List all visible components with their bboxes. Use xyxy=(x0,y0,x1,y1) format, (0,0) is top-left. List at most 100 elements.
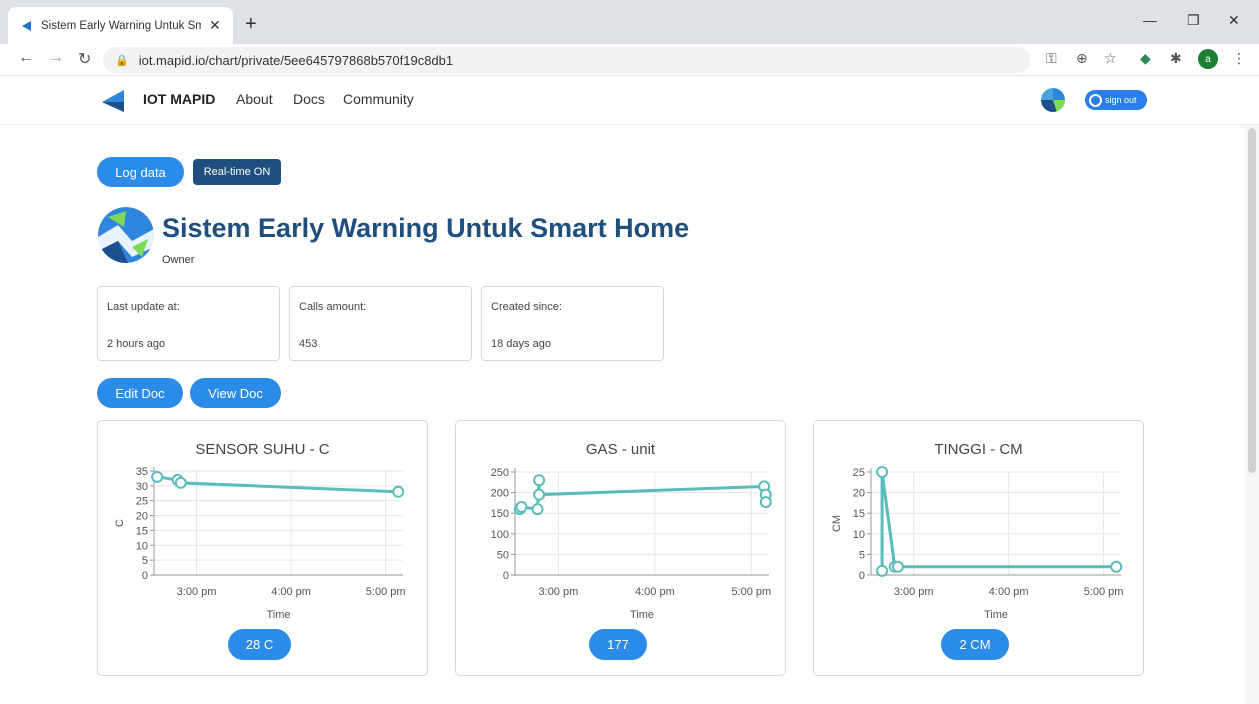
tab-title: Sistem Early Warning Untuk Sma xyxy=(41,19,201,32)
y-axis-label: C xyxy=(114,519,126,527)
y-tick-label: 20 xyxy=(853,488,865,500)
info-value: 18 days ago xyxy=(491,338,551,350)
reload-icon[interactable]: ↻ xyxy=(78,49,91,69)
project-logo-icon xyxy=(98,207,154,263)
user-globe-icon[interactable] xyxy=(1041,88,1065,112)
close-tab-icon[interactable]: ✕ xyxy=(209,17,221,34)
x-tick-label: 5:00 pm xyxy=(1084,586,1124,598)
y-tick-label: 50 xyxy=(497,549,509,561)
back-icon[interactable]: ← xyxy=(18,49,34,67)
edit-doc-button[interactable]: Edit Doc xyxy=(97,378,183,408)
info-value: 453 xyxy=(299,338,318,350)
extension-icon[interactable]: ◆ xyxy=(1140,50,1151,67)
nav-about[interactable]: About xyxy=(236,91,273,107)
brand-name[interactable]: IOT MAPID xyxy=(143,91,215,107)
menu-icon[interactable]: ⋮ xyxy=(1232,50,1246,67)
y-tick-label: 0 xyxy=(859,570,865,582)
restore-icon[interactable]: ❐ xyxy=(1187,12,1200,29)
info-value: 2 hours ago xyxy=(107,338,166,350)
data-point xyxy=(891,560,904,573)
realtime-toggle-button[interactable]: Real-time ON xyxy=(193,159,281,185)
data-point xyxy=(515,501,528,514)
power-icon xyxy=(1089,93,1102,107)
data-point xyxy=(1110,560,1123,573)
data-point xyxy=(533,488,546,501)
y-tick-label: 150 xyxy=(491,508,509,520)
series-line xyxy=(880,471,1117,571)
browser-tab-bar: Sistem Early Warning Untuk Sma ✕ + — ❐ ✕ xyxy=(0,0,1259,44)
y-tick-label: 10 xyxy=(853,529,865,541)
page-title: Sistem Early Warning Untuk Smart Home xyxy=(162,213,690,243)
y-tick-label: 15 xyxy=(853,508,865,520)
current-value-button[interactable]: 177 xyxy=(589,629,647,660)
x-tick-label: 3:00 pm xyxy=(539,586,579,598)
chart-card-suhu: SENSOR SUHU - C 0 5 10 15 20 25 30 35 3:00 pm 4:0… xyxy=(97,420,428,676)
x-tick-label: 3:00 pm xyxy=(177,586,217,598)
x-tick-label: 3:00 pm xyxy=(894,586,934,598)
y-tick-label: 25 xyxy=(136,496,148,508)
chart-card-tinggi: TINGGI - CM 0 5 10 15 20 25 3:00 pm 4:00 pm 5:00… xyxy=(813,420,1144,676)
nav-docs[interactable]: Docs xyxy=(293,91,325,107)
star-icon[interactable]: ☆ xyxy=(1104,50,1117,67)
data-point xyxy=(759,496,772,509)
close-window-icon[interactable]: ✕ xyxy=(1228,12,1240,29)
x-axis-label: Time xyxy=(984,609,1008,621)
zoom-icon[interactable]: ⊕ xyxy=(1076,50,1088,67)
browser-tab[interactable]: Sistem Early Warning Untuk Sma ✕ xyxy=(8,7,233,44)
x-tick-label: 5:00 pm xyxy=(366,586,406,598)
y-tick-label: 5 xyxy=(142,555,148,567)
y-tick-label: 20 xyxy=(136,511,148,523)
y-tick-label: 100 xyxy=(491,529,509,541)
app-navbar: IOT MAPID About Docs Community sign out xyxy=(0,77,1259,125)
y-tick-label: 30 xyxy=(136,481,148,493)
info-label: Last update at: xyxy=(107,301,180,313)
data-point xyxy=(174,476,187,489)
sign-out-label: sign out xyxy=(1105,95,1137,105)
y-tick-label: 10 xyxy=(136,540,148,552)
sign-out-button[interactable]: sign out xyxy=(1085,90,1147,110)
new-tab-icon[interactable]: + xyxy=(245,13,257,36)
y-tick-label: 0 xyxy=(503,570,509,582)
x-tick-label: 4:00 pm xyxy=(271,586,311,598)
url-field[interactable]: 🔒 iot.mapid.io/chart/private/5ee64579786… xyxy=(103,47,1030,73)
y-tick-label: 0 xyxy=(142,570,148,582)
log-data-button[interactable]: Log data xyxy=(97,157,184,187)
x-tick-label: 4:00 pm xyxy=(635,586,675,598)
y-tick-label: 200 xyxy=(491,488,509,500)
series-line xyxy=(518,480,768,511)
data-point xyxy=(531,503,544,516)
data-point xyxy=(392,485,405,498)
key-icon[interactable]: ⚿ xyxy=(1046,50,1057,67)
data-point xyxy=(151,470,164,483)
data-point xyxy=(533,474,546,487)
scrollbar-thumb[interactable] xyxy=(1248,128,1256,473)
y-axis-label: CM xyxy=(831,515,843,532)
minimize-icon[interactable]: — xyxy=(1143,12,1157,28)
info-card-calls: Calls amount: 453 xyxy=(289,286,472,361)
url-text: iot.mapid.io/chart/private/5ee645797868b… xyxy=(138,52,454,68)
profile-avatar[interactable]: a xyxy=(1198,49,1218,69)
current-value-button[interactable]: 28 C xyxy=(228,629,291,660)
info-label: Calls amount: xyxy=(299,301,367,313)
info-label: Created since: xyxy=(491,301,562,313)
chart-card-gas: GAS - unit 0 50 100 150 200 250 3:00 pm 4:00 pm… xyxy=(455,420,786,676)
series-line xyxy=(156,475,399,494)
forward-icon[interactable]: → xyxy=(48,49,64,67)
y-tick-label: 250 xyxy=(491,467,509,479)
mapid-favicon-icon xyxy=(22,20,31,31)
info-card-created: Created since: 18 days ago xyxy=(481,286,664,361)
y-tick-label: 25 xyxy=(853,467,865,479)
info-card-last-update: Last update at: 2 hours ago xyxy=(97,286,280,361)
view-doc-button[interactable]: View Doc xyxy=(190,378,281,408)
x-axis-label: Time xyxy=(630,609,654,621)
data-point xyxy=(876,466,889,478)
address-bar-row: ← → ↻ 🔒 iot.mapid.io/chart/private/5ee64… xyxy=(0,44,1259,76)
nav-community[interactable]: Community xyxy=(343,91,414,107)
y-tick-label: 15 xyxy=(136,525,148,537)
puzzle-icon[interactable]: ✱ xyxy=(1170,50,1182,67)
lock-icon: 🔒 xyxy=(115,54,129,67)
owner-label: Owner xyxy=(162,254,195,266)
x-axis-label: Time xyxy=(266,609,290,621)
current-value-button[interactable]: 2 CM xyxy=(941,629,1009,660)
mapid-logo-icon[interactable] xyxy=(100,88,126,114)
